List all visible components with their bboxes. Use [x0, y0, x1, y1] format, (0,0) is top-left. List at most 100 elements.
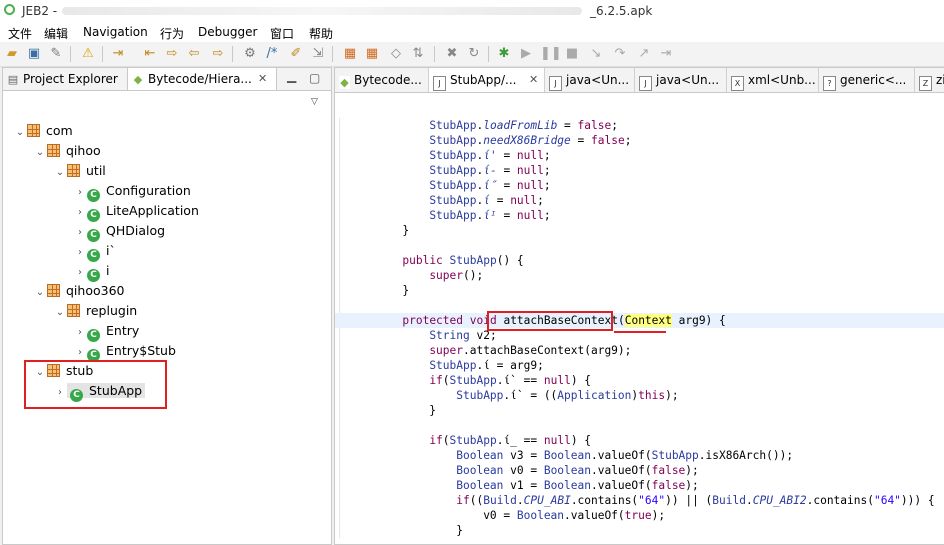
editor-tab-stubapp[interactable]: J StubApp/... ✕	[429, 68, 545, 92]
menu-navigation[interactable]: Navigation	[83, 25, 148, 39]
minimize-icon[interactable]: ▁	[287, 69, 296, 83]
chevron-down-icon[interactable]: ⌄	[33, 143, 47, 163]
xref-icon[interactable]: ⇅	[410, 46, 426, 62]
tree-node-com[interactable]: ⌄ com	[13, 121, 73, 141]
tree-node-util[interactable]: ⌄ util	[53, 161, 106, 181]
code-line[interactable]: }	[335, 523, 944, 538]
close-icon[interactable]: ✕	[258, 72, 267, 85]
gear-icon[interactable]: ⚙	[242, 46, 258, 62]
tree-node-entry-stub[interactable]: › C Entry$Stub	[73, 341, 176, 362]
code-line[interactable]: StubApp.ί- = null;	[335, 163, 944, 178]
export-icon[interactable]: ⇤	[142, 46, 158, 62]
back-icon[interactable]: ⇦	[186, 46, 202, 62]
menu-action[interactable]: 行为	[160, 25, 184, 42]
code-token: Build	[483, 494, 517, 507]
tree-node-qihoo[interactable]: ⌄ qihoo	[33, 141, 101, 161]
code-line[interactable]: if(StubApp.ί_ == null) {	[335, 433, 944, 448]
decompile-icon[interactable]: ◇	[388, 46, 404, 62]
close-icon[interactable]: ✕	[529, 68, 538, 92]
menu-window[interactable]: 窗口	[270, 25, 294, 42]
code-line[interactable]: StubApp.ί' = null;	[335, 148, 944, 163]
resume-icon[interactable]: ▶	[518, 46, 534, 62]
warning-icon[interactable]: ⚠	[80, 46, 96, 62]
maximize-icon[interactable]: ▢	[309, 71, 320, 85]
code-line[interactable]: super();	[335, 268, 944, 283]
chevron-right-icon[interactable]: ›	[73, 183, 87, 203]
chevron-down-icon[interactable]: ⌄	[53, 303, 67, 323]
code-line[interactable]: Boolean v3 = Boolean.valueOf(StubApp.isX…	[335, 448, 944, 463]
code-line[interactable]	[335, 418, 944, 433]
run-to-icon[interactable]: ⇥	[658, 46, 674, 62]
code-line[interactable]: v0 = Boolean.valueOf(true);	[335, 508, 944, 523]
chevron-down-icon[interactable]: ⌄	[53, 163, 67, 183]
menu-help[interactable]: 帮助	[309, 25, 333, 42]
tab-project-explorer[interactable]: ▤ Project Explorer	[3, 68, 125, 90]
chevron-right-icon[interactable]: ›	[73, 223, 87, 243]
refresh-icon[interactable]: ↻	[466, 46, 482, 62]
code-line[interactable]: super.attachBaseContext(arg9);	[335, 343, 944, 358]
menu-edit[interactable]: 编辑	[44, 25, 68, 42]
chevron-right-icon[interactable]: ›	[73, 263, 87, 283]
code-line[interactable]	[335, 298, 944, 313]
chevron-right-icon[interactable]: ›	[73, 323, 87, 343]
forward-icon[interactable]: ⇨	[164, 46, 180, 62]
delete-icon[interactable]: ✖	[444, 46, 460, 62]
view-menu-icon[interactable]: ▽	[311, 97, 318, 107]
code-line[interactable]: StubApp.ί″ = null;	[335, 178, 944, 193]
grid2-icon[interactable]: ▦	[364, 46, 380, 62]
code-line[interactable]: Boolean v1 = Boolean.valueOf(false);	[335, 478, 944, 493]
code-line[interactable]: }	[335, 283, 944, 298]
code-line[interactable]: }	[335, 403, 944, 418]
code-line[interactable]: StubApp.ί = arg9;	[335, 358, 944, 373]
editor-tab-xml[interactable]: Xxml<Unb...	[727, 68, 819, 92]
code-line[interactable]: protected void attachBaseContext(Context…	[335, 313, 944, 328]
code-token: ί'	[483, 149, 497, 162]
tab-bytecode-hierarchy[interactable]: ◆ Bytecode/Hiera...	[127, 68, 277, 90]
pencil-icon[interactable]: ✐	[288, 46, 304, 62]
tree-node-i[interactable]: › Ci	[73, 261, 109, 283]
chevron-down-icon[interactable]: ⌄	[13, 123, 27, 143]
step-out-icon[interactable]: ↗	[636, 46, 652, 62]
forward2-icon[interactable]: ⇨	[210, 46, 226, 62]
code-line[interactable]: StubApp.loadFromLib = false;	[335, 118, 944, 133]
stop-icon[interactable]: ■	[564, 46, 580, 62]
pause-icon[interactable]: ❚❚	[540, 46, 562, 62]
editor-tab-java-1[interactable]: Jjava<Un...	[545, 68, 635, 92]
code-line[interactable]: Boolean v0 = Boolean.valueOf(false);	[335, 463, 944, 478]
save-icon[interactable]: ▣	[26, 46, 42, 62]
step-into-icon[interactable]: ↘	[588, 46, 604, 62]
step-over-icon[interactable]: ↷	[612, 46, 628, 62]
editor-tab-bytecode[interactable]: ◆ Bytecode...	[335, 68, 429, 92]
tree-node-replugin[interactable]: ⌄ replugin	[53, 301, 137, 321]
editor-tab-generic[interactable]: ? generic<...	[819, 68, 915, 92]
tree-node-entry[interactable]: › C Entry	[73, 321, 139, 343]
chevron-right-icon[interactable]: ›	[73, 243, 87, 263]
code-line[interactable]: StubApp.ίᴵ = null;	[335, 208, 944, 223]
bug-icon[interactable]: ✱	[496, 46, 512, 62]
convert-icon[interactable]: ⇲	[310, 46, 326, 62]
chevron-down-icon[interactable]: ⌄	[33, 283, 47, 303]
code-line[interactable]: StubApp.ί = null;	[335, 193, 944, 208]
code-line[interactable]: if((Build.CPU_ABI.contains("64")) || (Bu…	[335, 493, 944, 508]
code-line[interactable]	[335, 238, 944, 253]
code-line[interactable]: }	[335, 223, 944, 238]
editor-tab-zip[interactable]: Zzi	[915, 68, 944, 92]
grid-icon[interactable]: ▦	[342, 46, 358, 62]
code-line[interactable]: if(StubApp.ί` == null) {	[335, 373, 944, 388]
tree-node-qhdialog[interactable]: › C QHDialog	[73, 221, 165, 243]
editor-tab-java-2[interactable]: Jjava<Un...	[635, 68, 727, 92]
comment-icon[interactable]: /*	[264, 46, 280, 62]
menu-debugger[interactable]: Debugger	[198, 25, 257, 39]
code-line[interactable]: public StubApp() {	[335, 253, 944, 268]
tree-node-qihoo360[interactable]: ⌄ qihoo360	[33, 281, 125, 303]
wrench-icon[interactable]: ✎	[48, 46, 64, 62]
menu-file[interactable]: 文件	[8, 25, 32, 42]
tree-node-i-backtick[interactable]: › Ci`	[73, 241, 116, 263]
import-icon[interactable]: ⇥	[110, 46, 126, 62]
code-line[interactable]: StubApp.ί` = ((Application)this);	[335, 388, 944, 403]
tree-node-liteapplication[interactable]: › C LiteApplication	[73, 201, 199, 223]
code-line[interactable]: StubApp.needX86Bridge = false;	[335, 133, 944, 148]
chevron-right-icon[interactable]: ›	[73, 203, 87, 223]
open-icon[interactable]: ▰	[4, 46, 20, 62]
tree-node-configuration[interactable]: › C Configuration	[73, 181, 191, 203]
